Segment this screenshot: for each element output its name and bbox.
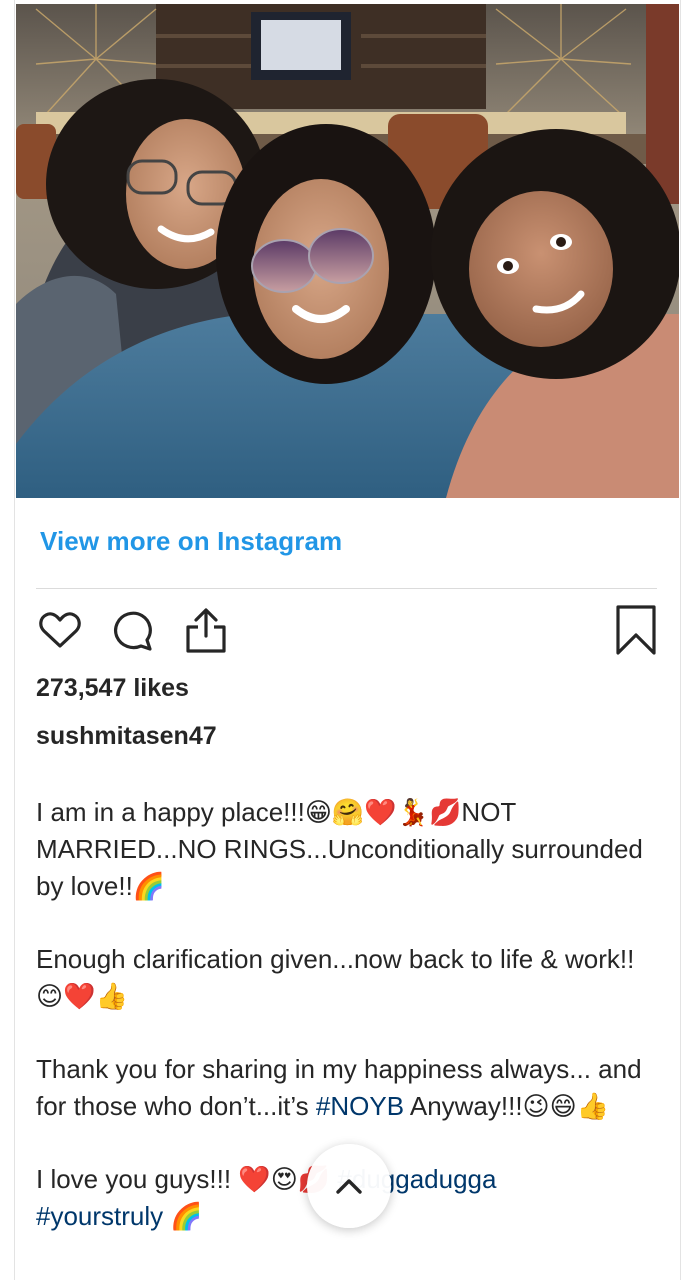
caption-paragraph: Thank you for sharing in my happiness al… xyxy=(36,1051,656,1125)
share-icon xyxy=(186,608,226,653)
view-more-on-instagram-link[interactable]: View more on Instagram xyxy=(40,526,342,557)
heart-icon xyxy=(39,612,81,648)
caption-text: Anyway!!!😉😄👍 xyxy=(404,1091,610,1121)
caption-text: 🌈 xyxy=(163,1201,203,1231)
hashtag-link[interactable]: #yourstruly xyxy=(36,1201,163,1231)
likes-count[interactable]: 273,547 likes xyxy=(36,674,189,703)
post-photo-illustration xyxy=(16,4,679,498)
scroll-to-top-button[interactable] xyxy=(307,1144,391,1228)
post-username[interactable]: sushmitasen47 xyxy=(36,722,217,751)
post-actions-bar xyxy=(36,604,658,660)
share-button[interactable] xyxy=(182,604,230,656)
comment-button[interactable] xyxy=(108,604,156,656)
caption-paragraph: I am in a happy place!!!😁🤗❤️💃💋NOT MARRIE… xyxy=(36,797,643,901)
bookmark-icon xyxy=(616,605,656,655)
hashtag-link[interactable]: #NOYB xyxy=(316,1091,404,1121)
save-button[interactable] xyxy=(612,604,660,656)
post-photo[interactable] xyxy=(16,4,679,498)
chevron-up-icon xyxy=(336,1179,362,1194)
divider xyxy=(36,588,657,589)
comment-icon xyxy=(114,611,152,651)
caption-paragraph: Enough clarification given...now back to… xyxy=(36,944,635,1011)
caption-text: I love you guys!!! ❤️😍💋 xyxy=(36,1164,338,1194)
like-button[interactable] xyxy=(36,604,84,656)
